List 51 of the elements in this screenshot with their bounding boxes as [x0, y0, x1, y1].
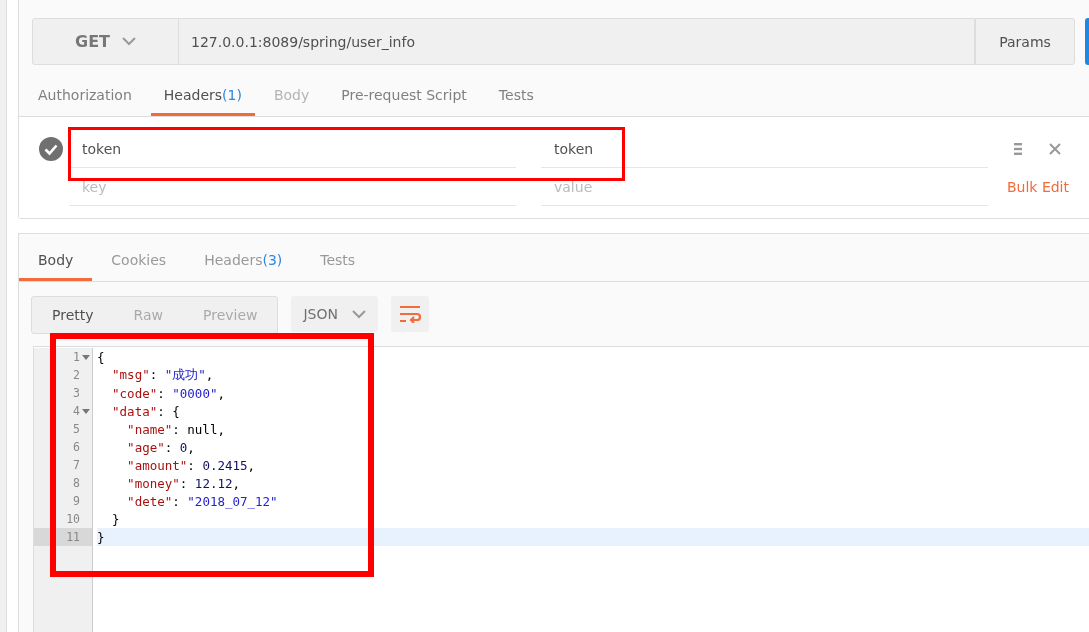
url-field[interactable]: 127.0.0.1:8089/spring/user_info: [179, 18, 975, 65]
code-line: "dete": "2018_07_12": [126, 493, 278, 509]
request-tab[interactable]: Authorization: [25, 79, 145, 116]
line-number: 4: [73, 404, 80, 418]
code-line: }: [97, 529, 105, 545]
request-tab[interactable]: Pre-request Script: [328, 79, 480, 116]
request-tab[interactable]: Tests: [485, 79, 547, 116]
line-number: 1: [73, 350, 80, 364]
close-icon[interactable]: [1049, 143, 1061, 155]
code-line: "amount": 0.2415,: [126, 457, 256, 473]
header-key-field[interactable]: token: [69, 130, 516, 168]
response-tab[interactable]: Body: [19, 244, 93, 281]
code-line: "msg": "成功",: [111, 366, 214, 384]
chevron-down-icon: [122, 37, 136, 46]
line-number: 6: [73, 440, 80, 454]
view-mode-button[interactable]: Raw: [113, 297, 183, 333]
line-number: 7: [73, 458, 80, 472]
format-dropdown[interactable]: JSON: [291, 296, 378, 332]
response-tab[interactable]: Headers(3): [185, 244, 302, 281]
view-mode-button[interactable]: Preview: [183, 297, 278, 333]
header-value-field[interactable]: token: [541, 130, 988, 168]
checkbox-icon[interactable]: [38, 136, 64, 162]
menu-icon[interactable]: [1013, 142, 1023, 156]
line-number: 8: [73, 476, 80, 490]
code-line: {: [97, 349, 105, 365]
code-line: "data": {: [111, 403, 180, 419]
wrap-lines-icon: [399, 305, 421, 323]
chevron-down-icon: [352, 309, 366, 319]
view-mode-button[interactable]: Pretty: [32, 297, 114, 333]
line-number: 2: [73, 368, 80, 382]
fold-arrow-icon[interactable]: [82, 408, 90, 414]
response-tab[interactable]: Tests: [301, 244, 375, 281]
wrap-button[interactable]: [391, 296, 429, 332]
line-number: 10: [66, 512, 80, 526]
line-number: 9: [73, 494, 80, 508]
params-button[interactable]: Params: [975, 18, 1075, 65]
code-line: "code": "0000",: [111, 385, 225, 401]
line-number: 5: [73, 422, 80, 436]
header-key-field[interactable]: key: [69, 168, 516, 206]
send-button[interactable]: [1085, 18, 1089, 65]
code-line: }: [111, 511, 120, 527]
line-number: 11: [66, 530, 80, 544]
response-tab[interactable]: Cookies: [92, 244, 186, 281]
code-line: "money": 12.12,: [126, 475, 241, 491]
code-line: "age": 0,: [126, 439, 195, 455]
bulk-edit-link[interactable]: Bulk Edit: [1006, 179, 1069, 195]
line-number: 3: [73, 386, 80, 400]
method-dropdown[interactable]: GET: [32, 18, 179, 65]
header-value-field[interactable]: value: [541, 168, 988, 206]
code-line: "name": null,: [126, 421, 225, 437]
fold-arrow-icon[interactable]: [82, 354, 90, 360]
